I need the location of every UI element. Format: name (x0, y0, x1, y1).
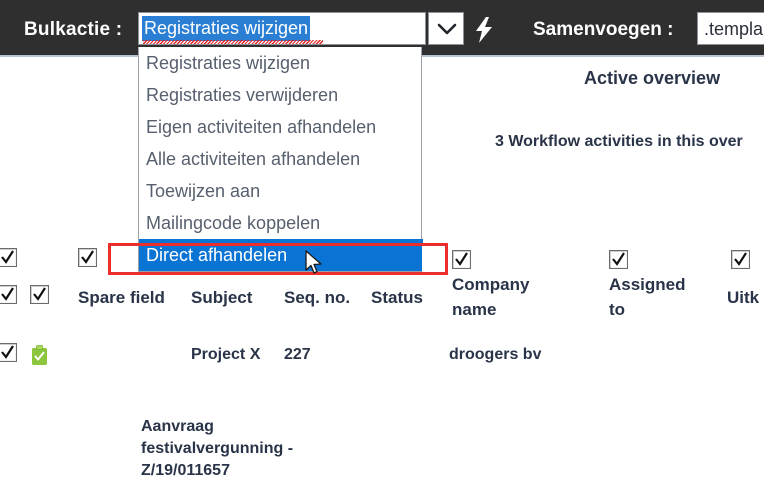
column-header-status[interactable]: Status (371, 285, 423, 310)
dropdown-option-alle-activiteiten-afhandelen[interactable]: Alle activiteiten afhandelen (139, 143, 421, 175)
merge-template-input[interactable]: .templa (697, 12, 764, 45)
row-cell-seq-no: 227 (284, 346, 311, 363)
row-detail-line-2: festivalvergunning - (141, 440, 294, 457)
column-header-subject[interactable]: Subject (191, 285, 252, 310)
column-checkbox-assigned-to[interactable] (609, 250, 628, 269)
column-checkbox-uitk[interactable] (731, 250, 750, 269)
row-cell-company-name: droogers bv (449, 346, 542, 363)
column-header-uitk[interactable]: Uitk (727, 285, 759, 310)
select-all-checkbox[interactable] (0, 285, 17, 304)
row-select-checkbox[interactable] (0, 343, 17, 362)
bulk-action-label: Bulkactie : (24, 19, 123, 40)
merge-label: Samenvoegen : (533, 19, 674, 40)
column-header-company-name[interactable]: Company name (452, 272, 530, 322)
row-detail-line-1: Aanvraag (141, 418, 214, 435)
column-header-spare-field[interactable]: Spare field (78, 285, 165, 310)
column-checkbox-status-icon[interactable] (30, 285, 49, 304)
column-header-assigned-to[interactable]: Assigned to (609, 272, 689, 322)
workflow-activities-count: 3 Workflow activities in this over (495, 133, 743, 150)
bulk-action-dropdown-list[interactable]: Registraties wijzigen Registraties verwi… (138, 47, 423, 272)
clipboard-check-icon[interactable] (31, 345, 48, 366)
dropdown-selection-gap (422, 246, 445, 272)
column-checkbox-company-name[interactable] (452, 250, 471, 269)
dropdown-option-registraties-verwijderen[interactable]: Registraties verwijderen (139, 79, 421, 111)
mouse-pointer-icon (305, 250, 325, 281)
dropdown-option-toewijzen-aan[interactable]: Toewijzen aan (139, 175, 421, 207)
column-checkbox-spare-field-top[interactable] (78, 248, 97, 267)
dropdown-option-registraties-wijzigen[interactable]: Registraties wijzigen (139, 47, 421, 79)
row-detail-line-3: Z/19/011657 (141, 462, 230, 479)
dropdown-option-mailingcode-koppelen[interactable]: Mailingcode koppelen (139, 207, 421, 239)
bulk-action-combobox[interactable]: Registraties wijzigen (138, 12, 426, 45)
column-header-seq-no[interactable]: Seq. no. (284, 285, 350, 310)
lightning-bolt-icon[interactable] (473, 17, 495, 43)
row-cell-subject: Project X (191, 346, 261, 363)
spellcheck-underline (143, 40, 323, 44)
bulk-action-dropdown-toggle[interactable] (428, 12, 464, 45)
dropdown-option-direct-afhandelen[interactable]: Direct afhandelen (139, 239, 423, 271)
column-checkbox-left-edge[interactable] (0, 248, 17, 267)
active-overview-title: Active overview (584, 68, 721, 88)
bulk-action-selected-text: Registraties wijzigen (142, 16, 311, 41)
merge-template-value: .templa (704, 19, 764, 39)
dropdown-option-eigen-activiteiten-afhandelen[interactable]: Eigen activiteiten afhandelen (139, 111, 421, 143)
